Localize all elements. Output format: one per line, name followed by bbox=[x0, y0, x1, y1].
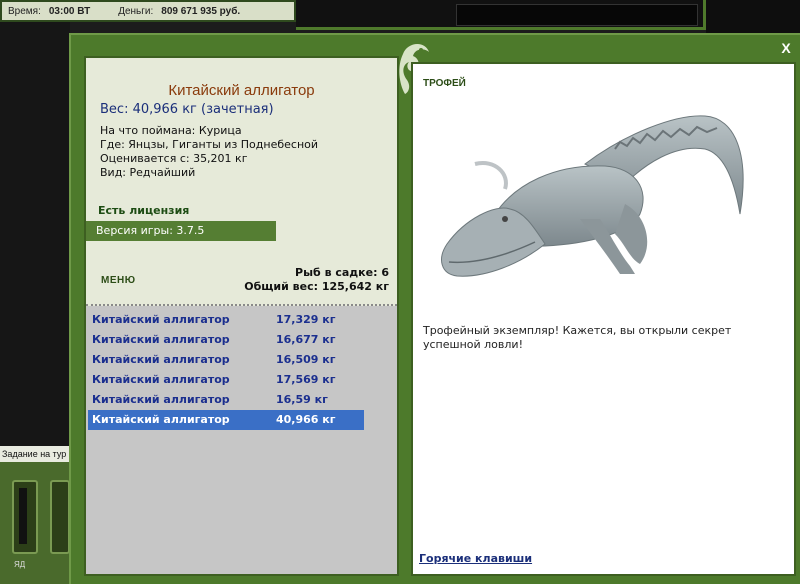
task-label[interactable]: Задание на тур bbox=[0, 446, 74, 462]
time-value: 03:00 ВТ bbox=[48, 5, 91, 17]
catch-weight: 17,329 кг bbox=[276, 313, 336, 326]
keepnet-stats: Рыб в садке: 6 Общий вес: 125,642 кг bbox=[244, 266, 389, 294]
inventory-slot-2[interactable] bbox=[50, 480, 70, 554]
fish-details-panel: Китайский аллигатор Вес: 40,966 кг (заче… bbox=[84, 56, 399, 576]
fish-weight: Вес: 40,966 кг (зачетная) bbox=[100, 102, 274, 117]
catch-list: Китайский аллигатор 17,329 кг Китайский … bbox=[86, 306, 397, 574]
fish-name: Китайский аллигатор bbox=[168, 82, 315, 99]
rarity-info: Вид: Редчайший bbox=[100, 166, 196, 179]
close-button[interactable]: X bbox=[778, 40, 794, 56]
inventory-slot[interactable] bbox=[12, 480, 38, 554]
catch-name: Китайский аллигатор bbox=[92, 413, 230, 426]
hotkeys-link[interactable]: Горячие клавиши bbox=[419, 552, 532, 565]
catch-weight: 16,509 кг bbox=[276, 353, 336, 366]
status-bar: Время: 03:00 ВТ Деньги: 809 671 935 руб. bbox=[0, 0, 296, 22]
bait-info: На что поймана: Курица bbox=[100, 124, 242, 137]
catch-row[interactable]: Китайский аллигатор 17,569 кг bbox=[88, 370, 364, 390]
catch-row-selected[interactable]: Китайский аллигатор 40,966 кг bbox=[88, 410, 364, 430]
catch-name: Китайский аллигатор bbox=[92, 333, 230, 346]
catch-name: Китайский аллигатор bbox=[92, 373, 230, 386]
trophy-header: ТРОФЕЙ bbox=[423, 78, 466, 89]
catch-name: Китайский аллигатор bbox=[92, 313, 230, 326]
close-icon: X bbox=[781, 40, 791, 56]
money-label: Деньги: bbox=[118, 5, 154, 17]
version-label: Версия игры: 3.7.5 bbox=[86, 221, 276, 241]
rating-info: Оценивается с: 35,201 кг bbox=[100, 152, 248, 165]
side-panel: ЯД bbox=[0, 462, 70, 584]
catch-weight: 40,966 кг bbox=[276, 413, 336, 426]
top-panel-slot bbox=[456, 4, 698, 26]
top-panel bbox=[296, 0, 706, 30]
catch-name: Китайский аллигатор bbox=[92, 353, 230, 366]
money-value: 809 671 935 руб. bbox=[161, 5, 241, 17]
trophy-panel: ТРОФЕЙ Трофейный экземпляр! Кажется, вы … bbox=[411, 62, 796, 576]
slot-label: ЯД bbox=[14, 560, 26, 569]
catch-weight: 16,677 кг bbox=[276, 333, 336, 346]
catch-weight: 17,569 кг bbox=[276, 373, 336, 386]
catch-row[interactable]: Китайский аллигатор 17,329 кг bbox=[88, 310, 364, 330]
menu-button[interactable]: МЕНЮ bbox=[101, 275, 136, 286]
keepnet-count: Рыб в садке: 6 bbox=[295, 266, 389, 279]
catch-weight: 16,59 кг bbox=[276, 393, 328, 406]
trophy-description: Трофейный экземпляр! Кажется, вы открыли… bbox=[423, 324, 732, 351]
catch-row[interactable]: Китайский аллигатор 16,59 кг bbox=[88, 390, 364, 410]
catch-row[interactable]: Китайский аллигатор 16,509 кг bbox=[88, 350, 364, 370]
background-scene-left bbox=[0, 22, 70, 452]
catch-row[interactable]: Китайский аллигатор 16,677 кг bbox=[88, 330, 364, 350]
catch-name: Китайский аллигатор bbox=[92, 393, 230, 406]
time-label: Время: bbox=[8, 5, 41, 17]
location-info: Где: Янцзы, Гиганты из Поднебесной bbox=[100, 138, 319, 151]
license-status: Есть лицензия bbox=[98, 204, 190, 217]
keepnet-total-weight: Общий вес: 125,642 кг bbox=[244, 280, 389, 293]
alligator-image bbox=[441, 115, 744, 277]
